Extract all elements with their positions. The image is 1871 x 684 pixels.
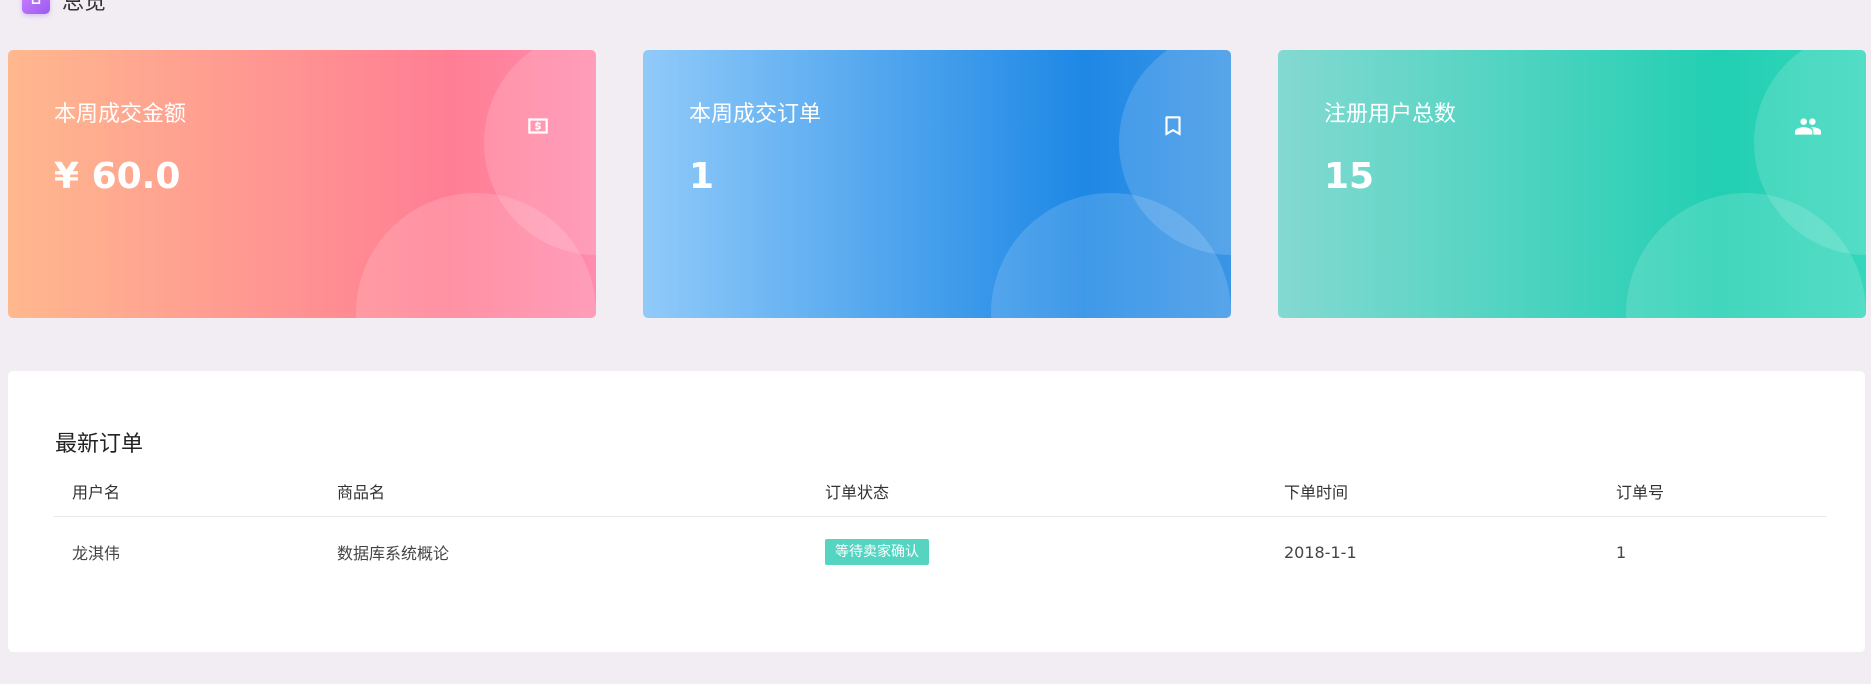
stat-card-weekly-revenue: 本周成交金额 ¥ 60.0 [8,50,596,318]
stat-card-weekly-orders: 本周成交订单 1 [643,50,1231,318]
money-icon [524,112,552,140]
latest-orders-panel: 最新订单 用户名 商品名 订单状态 下单时间 订单号 龙淇伟 数据库系统概论 等… [8,371,1865,652]
stat-value: 15 [1324,156,1375,197]
cell-order-no: 1 [1616,542,1627,562]
page-header: ⌂ 总览 [22,0,106,18]
cell-status: 等待卖家确认 [807,517,1266,588]
stat-label: 注册用户总数 [1324,102,1457,127]
people-icon [1794,112,1822,140]
cell-goods: 数据库系统概论 [337,544,450,563]
column-header-status: 订单状态 [807,466,1266,517]
stat-value: 1 [689,156,715,197]
table-row[interactable]: 龙淇伟 数据库系统概论 等待卖家确认 2018-1-1 1 [54,517,1826,588]
table-header-row: 用户名 商品名 订单状态 下单时间 订单号 [54,466,1826,517]
column-header-username: 用户名 [54,466,319,517]
stat-card-total-users: 注册用户总数 15 [1278,50,1866,318]
orders-table: 用户名 商品名 订单状态 下单时间 订单号 龙淇伟 数据库系统概论 等待卖家确认… [54,466,1826,587]
stat-value: ¥ 60.0 [54,156,181,197]
column-header-goods: 商品名 [319,466,807,517]
orders-title: 最新订单 [55,432,144,457]
page-title: 总览 [62,0,107,15]
cell-time: 2018-1-1 [1284,542,1357,562]
stat-label: 本周成交订单 [689,102,822,127]
column-header-order-no: 订单号 [1598,466,1826,517]
bookmark-icon [1159,112,1187,140]
cell-username: 龙淇伟 [72,544,121,563]
column-header-time: 下单时间 [1266,466,1598,517]
stat-label: 本周成交金额 [54,102,187,127]
home-icon: ⌂ [22,0,50,14]
status-badge: 等待卖家确认 [825,539,929,565]
stat-cards: 本周成交金额 ¥ 60.0 本周成交订单 1 注册用户总数 15 [8,50,1866,318]
